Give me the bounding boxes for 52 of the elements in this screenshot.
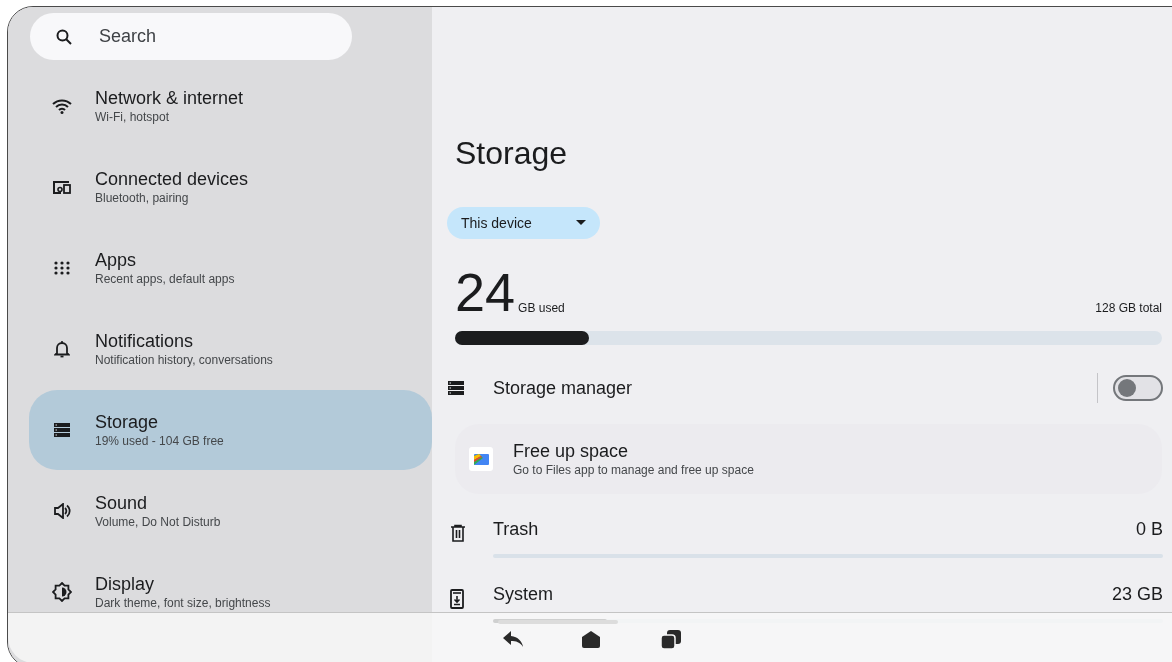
caret-icon [576,220,586,226]
sidebar-item-title: Storage [95,411,160,433]
free-up-space-title: Free up space [513,440,630,462]
sidebar-item[interactable]: Notifications Notification history, conversations [29,309,410,389]
sidebar-item-title: Apps [95,249,138,271]
sidebar-item-title: Sound [95,492,149,514]
sidebar-item[interactable]: Storage 19% used - 104 GB free [29,390,432,470]
page-title: Storage [455,135,569,171]
total-capacity: 128 GB total [1095,301,1162,317]
files-app-icon [469,447,493,471]
list-icon [447,380,465,396]
back-icon[interactable] [502,630,524,648]
storage-manager-label: Storage manager [493,377,634,399]
devices-icon [52,179,72,195]
sidebar-item[interactable]: Display Dark theme, font size, brightness [29,552,410,616]
search-field[interactable]: Search [30,13,352,60]
category-name: Trash [493,518,539,540]
sidebar-item-title: Network & internet [95,87,244,109]
free-up-space-card[interactable]: Free up space Go to Files app to manage and free up space [455,424,1162,494]
sidebar-item[interactable]: Network & internet Wi-Fi, hotspot [29,66,410,146]
sidebar-item-title: Connected devices [95,168,249,190]
sidebar-item[interactable]: Connected devices Bluetooth, pairing [29,147,410,227]
sidebar-item-subtitle: Bluetooth, pairing [95,190,190,206]
trash-icon [450,524,466,542]
free-up-space-subtitle: Go to Files app to manage and free up space [513,462,754,478]
phone-download-icon [450,589,464,609]
apps-grid-icon [54,261,70,275]
used-unit: GB used [518,301,565,317]
storage-icon [53,422,71,438]
wifi-icon [52,98,72,114]
sidebar-item-title: Display [95,573,156,595]
sidebar-item-subtitle: 19% used - 104 GB free [95,433,224,449]
category-name: System [493,583,553,605]
search-icon [56,28,72,45]
sidebar-item-subtitle: Recent apps, default apps [95,271,235,287]
category-size: 23 GB [1111,583,1163,605]
used-amount: 24 [455,267,516,317]
brightness-icon [52,582,72,602]
sidebar-item-subtitle: Wi-Fi, hotspot [95,109,170,125]
sidebar-item-subtitle: Volume, Do Not Disturb [95,514,221,530]
speaker-icon [53,503,71,519]
home-icon[interactable] [581,630,601,648]
sidebar-item-title: Notifications [95,330,195,352]
sidebar-item-subtitle: Dark theme, font size, brightness [95,595,271,611]
volume-dropdown[interactable]: This device [447,207,600,239]
sidebar-item[interactable]: Apps Recent apps, default apps [29,228,410,308]
category-size: 0 B [1135,518,1163,540]
storage-manager-switch[interactable] [1113,375,1163,401]
recent-apps-icon[interactable] [661,630,681,650]
sidebar-item-subtitle: Notification history, conversations [95,352,273,368]
bell-icon [54,340,70,358]
sidebar-item[interactable]: Sound Volume, Do Not Disturb [29,471,410,551]
